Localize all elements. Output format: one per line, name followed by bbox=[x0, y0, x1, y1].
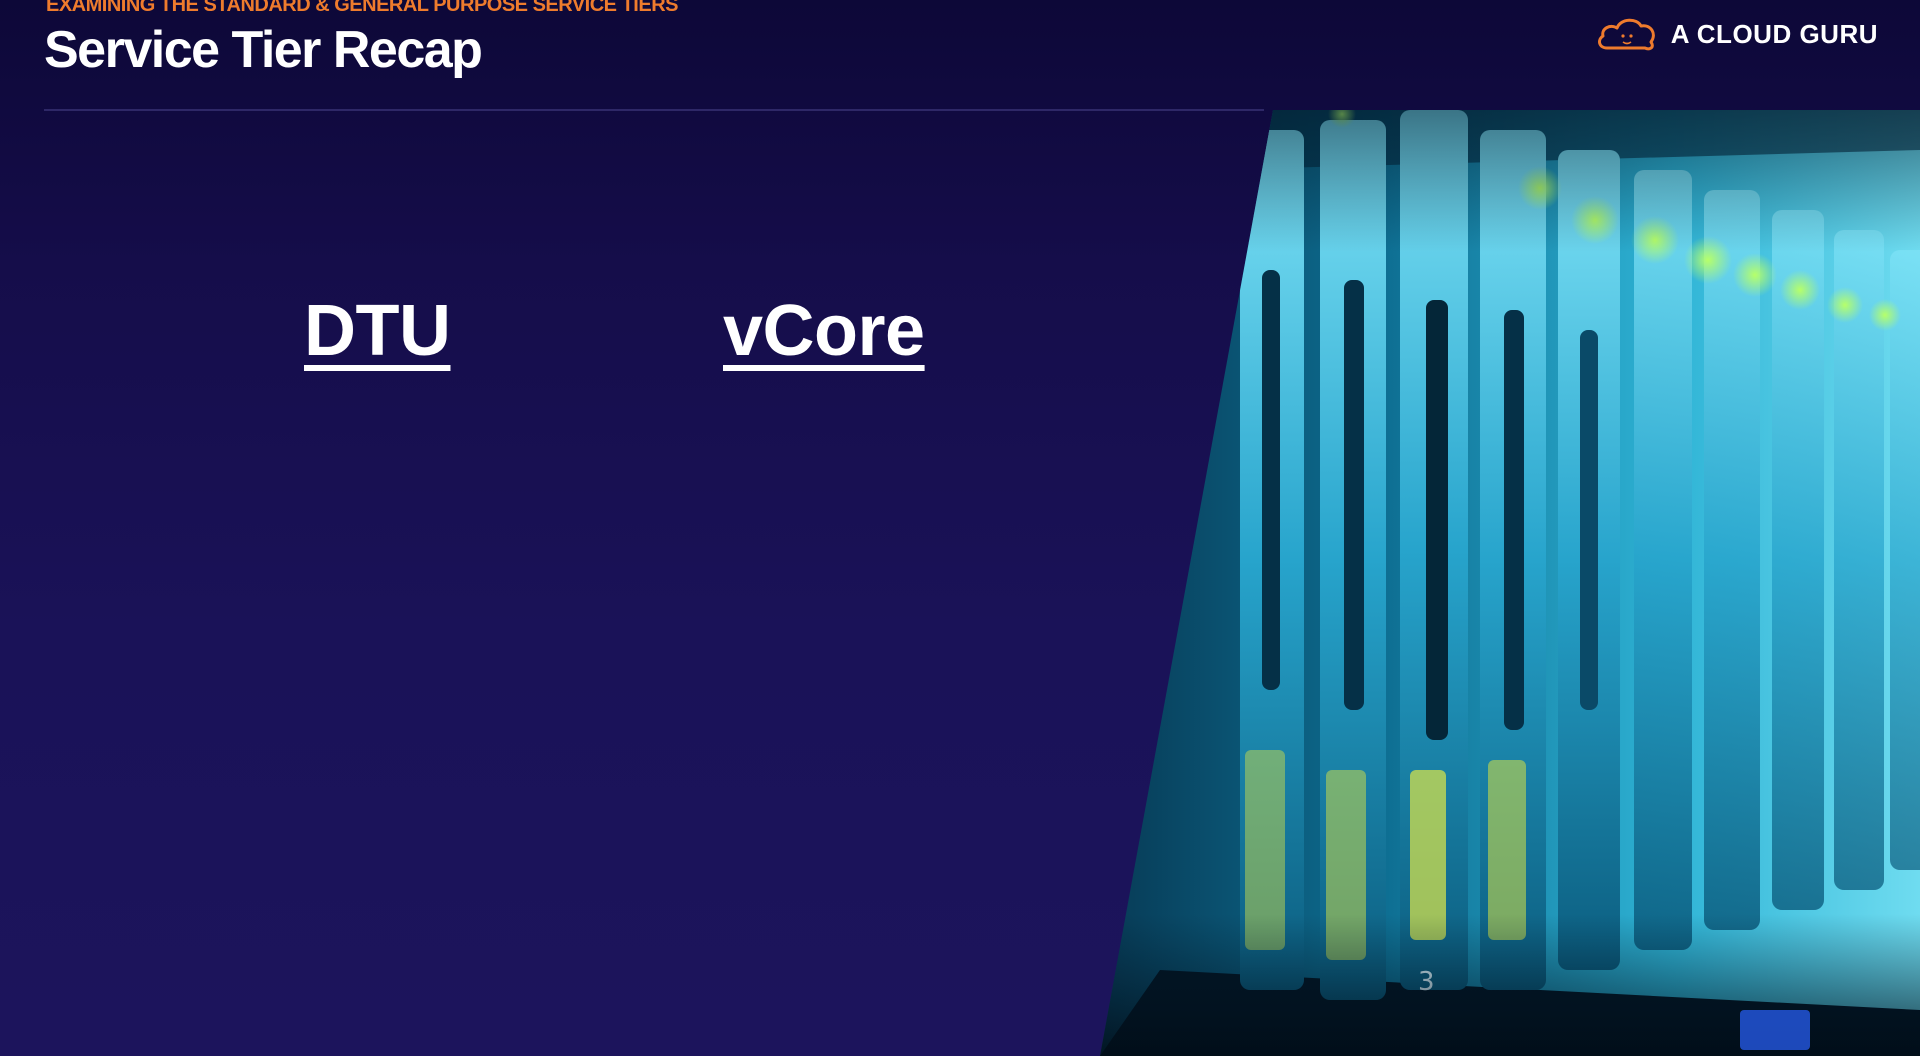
cloud-icon bbox=[1597, 18, 1655, 51]
slide-title: Service Tier Recap bbox=[44, 21, 483, 79]
server-rack-image: 3 bbox=[1100, 110, 1920, 1056]
slide-kicker: EXAMINING THE STANDARD & GENERAL PURPOSE… bbox=[46, 0, 678, 16]
slide: EXAMINING THE STANDARD & GENERAL PURPOSE… bbox=[0, 0, 1920, 1056]
brand-name: A CLOUD GURU bbox=[1670, 18, 1878, 49]
brand-logo: A CLOUD GURU bbox=[1595, 14, 1878, 54]
tier-dtu: DTU bbox=[304, 291, 451, 371]
tier-vcore: vCore bbox=[723, 291, 925, 371]
title-divider bbox=[44, 109, 1264, 111]
